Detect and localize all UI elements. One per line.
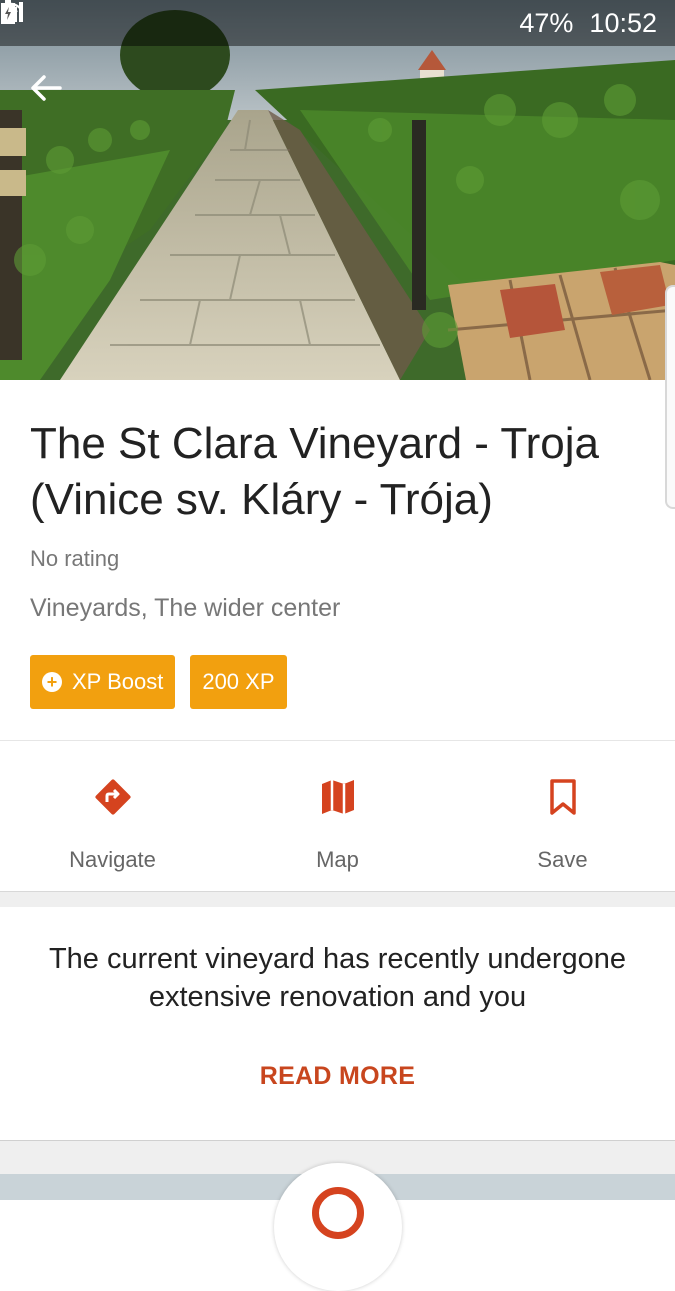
vineyard-photo (0, 0, 675, 380)
map-label: Map (316, 847, 359, 872)
xp-boost-badge[interactable]: + XP Boost (30, 655, 176, 709)
xp-value-label: 200 XP (202, 669, 275, 694)
map-icon (321, 780, 354, 814)
bookmark-icon (549, 779, 576, 815)
clock: 10:52 (589, 7, 657, 38)
location-icon (312, 1187, 364, 1239)
action-bar: Navigate Map Save (0, 741, 675, 891)
save-label: Save (537, 847, 588, 872)
status-bar: 47% 10:52 (0, 0, 675, 46)
save-button[interactable]: Save (450, 741, 675, 891)
back-button[interactable] (30, 74, 76, 120)
xp-badges: + XP Boost 200 XP (30, 655, 287, 709)
map-button[interactable]: Map (225, 741, 450, 891)
rating-text: No rating (30, 546, 120, 571)
arrow-left-icon (31, 75, 62, 101)
floating-action-button[interactable] (274, 1163, 402, 1291)
read-more-link[interactable]: READ MORE (0, 1062, 675, 1091)
plus-circle-icon: + (42, 672, 62, 692)
hero-image: 47% 10:52 (0, 0, 675, 380)
navigate-label: Navigate (69, 847, 156, 872)
place-title: The St Clara Vineyard - Troja (Vinice sv… (30, 419, 599, 524)
navigate-button[interactable]: Navigate (0, 741, 225, 891)
category-text: Vineyards, The wider center (30, 594, 341, 622)
battery-percent: 47% (519, 7, 574, 38)
directions-icon (94, 779, 131, 815)
section-gap (0, 891, 675, 907)
xp-value-badge: 200 XP (190, 655, 287, 709)
scroll-indicator (665, 285, 675, 509)
xp-boost-label: XP Boost (72, 669, 164, 694)
description-text: The current vineyard has recently underg… (48, 943, 627, 1013)
